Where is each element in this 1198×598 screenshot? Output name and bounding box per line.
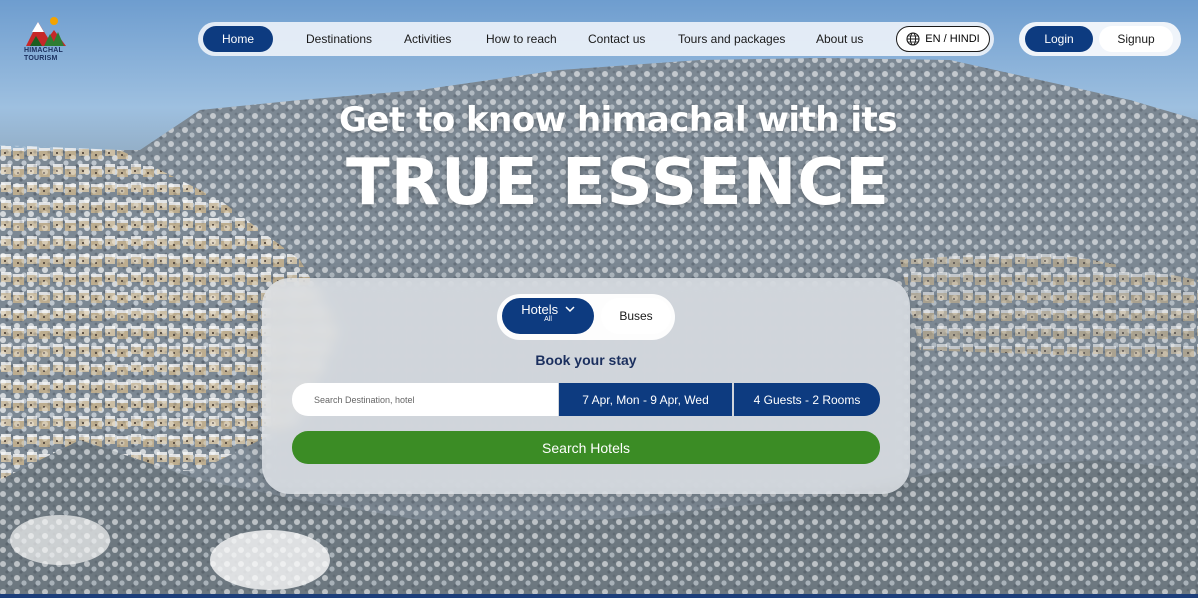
language-label: EN / HINDI [925,33,980,45]
auth-group: Login Signup [1019,22,1181,56]
bottom-accent-bar [0,594,1198,598]
globe-icon [906,32,920,46]
mountain-logo-icon [26,17,66,46]
date-range-picker[interactable]: 7 Apr, Mon - 9 Apr, Wed [559,383,732,416]
search-row: 7 Apr, Mon - 9 Apr, Wed 4 Guests - 2 Roo… [292,383,880,416]
nav-tours-packages[interactable]: Tours and packages [678,32,785,46]
booking-type-toggle: Hotels All Buses [497,294,675,340]
booking-card: Hotels All Buses Book your stay 7 Apr, M… [262,278,910,494]
hero-headline: Get to know himachal with its [339,100,897,140]
main-nav: Home Destinations Activities How to reac… [198,22,994,56]
nav-how-to-reach[interactable]: How to reach [486,32,557,46]
logo-text: HIMACHAL TOURISM [24,47,63,62]
tab-hotels-sublabel: All [544,316,552,323]
nav-contact-us[interactable]: Contact us [588,32,645,46]
nav-destinations[interactable]: Destinations [306,32,372,46]
nav-activities[interactable]: Activities [404,32,451,46]
hero-tagline: TRUE ESSENCE [346,146,890,220]
nav-home[interactable]: Home [203,26,273,52]
tab-buses[interactable]: Buses [601,298,671,334]
nav-about-us[interactable]: About us [816,32,863,46]
tab-hotels-label: Hotels [521,302,559,317]
language-switcher[interactable]: EN / HINDI [896,26,990,52]
tab-hotels[interactable]: Hotels All [502,298,594,334]
chevron-down-icon [565,306,575,313]
login-button[interactable]: Login [1025,26,1093,52]
guests-rooms-picker[interactable]: 4 Guests - 2 Rooms [734,383,880,416]
search-hotels-button[interactable]: Search Hotels [292,431,880,464]
booking-title: Book your stay [535,352,637,368]
destination-search-input[interactable] [292,383,558,416]
signup-button[interactable]: Signup [1099,26,1173,52]
